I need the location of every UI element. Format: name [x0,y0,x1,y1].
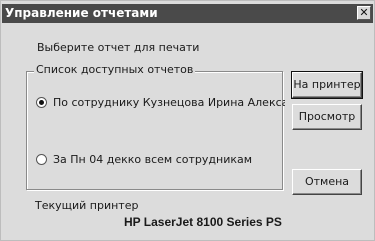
close-icon: ✕ [359,6,369,19]
print-button[interactable]: На принтер [291,71,363,99]
radio-selected-icon[interactable] [36,97,47,108]
window-title: Управление отчетами [5,6,158,20]
report-manager-dialog: Управление отчетами ✕ Выберите отчет для… [0,0,375,241]
report-option-all-employees[interactable]: За Пн 04 декко всем сотрудникам [36,153,252,166]
current-printer-name: HP LaserJet 8100 Series PS [124,215,282,229]
report-list-groupbox [26,71,283,190]
radio-unselected-icon[interactable] [36,154,47,165]
select-report-prompt: Выберите отчет для печати [37,41,200,54]
close-button[interactable]: ✕ [357,6,371,20]
title-bar: Управление отчетами ✕ [2,4,373,23]
current-printer-label: Текущий принтер [35,199,139,212]
cancel-button[interactable]: Отмена [292,169,362,195]
report-option-label: По сотруднику Кузнецова Ирина Александ [53,96,285,109]
report-option-label: За Пн 04 декко всем сотрудникам [53,153,253,166]
report-option-employee[interactable]: По сотруднику Кузнецова Ирина Александ [36,96,285,109]
preview-button[interactable]: Просмотр [292,104,362,130]
report-list-title: Список доступных отчетов [34,63,196,76]
